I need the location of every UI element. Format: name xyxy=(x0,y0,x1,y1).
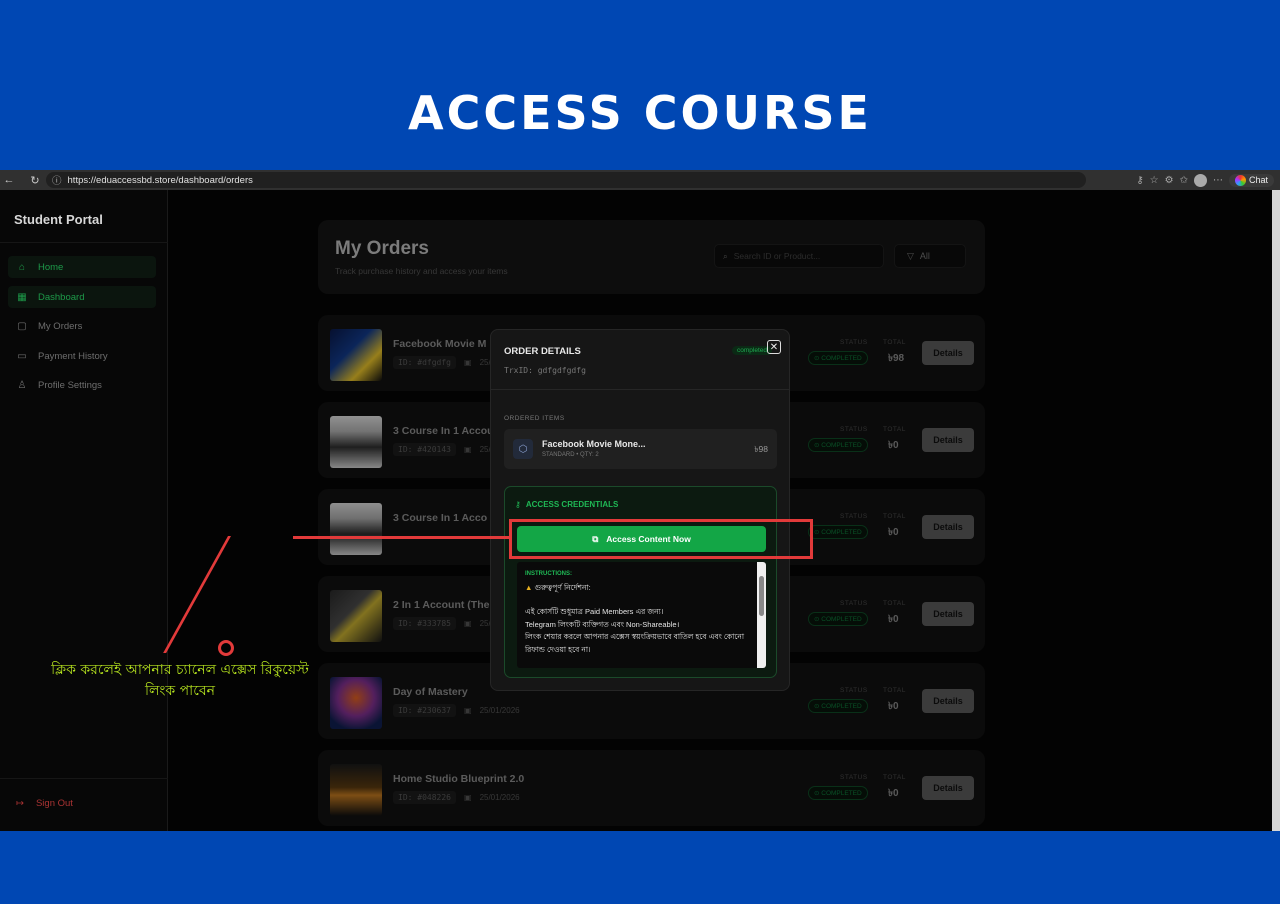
ordered-item: ⬡ Facebook Movie Mone... STANDARD • QTY:… xyxy=(504,429,777,469)
sidebar-divider xyxy=(0,242,168,243)
sidebar-item-label: My Orders xyxy=(38,320,83,332)
sidebar-item-dashboard[interactable]: ▦ Dashboard xyxy=(8,286,156,308)
browser-toolbar: ← ↻ ⓘ https://eduaccessbd.store/dashboar… xyxy=(0,170,1280,190)
card-icon: ▭ xyxy=(17,350,27,362)
copilot-icon xyxy=(1234,174,1246,186)
grid-icon: ▦ xyxy=(17,291,27,303)
warning-icon: ▲ xyxy=(525,583,533,592)
instruction-heading: ▲ গুরুত্বপূর্ণ নির্দেশনা: xyxy=(525,583,591,592)
banner-title: ACCESS COURSE xyxy=(408,86,872,140)
key-icon: ⚷ xyxy=(515,500,521,509)
modal-divider xyxy=(491,389,789,390)
sidebar-item-label: Payment History xyxy=(38,350,108,362)
sidebar-item-label: Profile Settings xyxy=(38,379,102,391)
chat-label: Chat xyxy=(1248,175,1268,185)
modal-title: ORDER DETAILS xyxy=(504,346,581,357)
profile-avatar[interactable] xyxy=(1193,173,1207,187)
sign-out-icon: ↦ xyxy=(16,798,24,809)
sidebar-item-payment-history[interactable]: ▭ Payment History xyxy=(8,345,156,367)
close-icon: ✕ xyxy=(769,341,779,353)
instruction-line: লিংক শেয়ার করলে আপনার এক্সেস স্বয়ংক্রি… xyxy=(525,632,745,641)
instructions-label: INSTRUCTIONS: xyxy=(525,571,572,577)
address-bar[interactable]: ⓘ https://eduaccessbd.store/dashboard/or… xyxy=(46,172,1086,188)
status-tag: completed xyxy=(732,346,772,355)
sidebar-divider xyxy=(0,778,168,779)
browser-actions: ⚷ ☆ ⚙ ✩ ⋯ Chat xyxy=(1136,170,1280,190)
home-icon: ⌂ xyxy=(18,261,26,273)
url-text: https://eduaccessbd.store/dashboard/orde… xyxy=(67,174,253,186)
highlight-box xyxy=(509,519,813,559)
annotation-dot xyxy=(218,640,234,656)
sign-out-button[interactable]: ↦ Sign Out xyxy=(16,798,73,809)
ordered-items-label: ORDERED ITEMS xyxy=(504,415,565,422)
more-icon[interactable]: ⋯ xyxy=(1213,175,1223,186)
scrollbar-thumb[interactable] xyxy=(759,576,764,616)
star-icon[interactable]: ☆ xyxy=(1150,175,1159,186)
instruction-line: রিফান্ড দেওয়া হবে না। xyxy=(525,645,591,654)
access-credentials-panel: ⚷ ACCESS CREDENTIALS ⧉ Access Content No… xyxy=(504,486,777,678)
brand: Student Portal xyxy=(14,212,103,227)
annotation-caption: ক্লিক করলেই আপনার চ্যানেল এক্সেস রিকুয়ে… xyxy=(30,660,330,702)
sign-out-label: Sign Out xyxy=(35,798,73,809)
instruction-line: এই কোর্সটি শুধুমাত্র Paid Members এর জন্… xyxy=(525,607,664,616)
caption-line: ক্লিক করলেই আপনার চ্যানেল এক্সেস রিকুয়ে… xyxy=(51,662,309,678)
close-button[interactable]: ✕ xyxy=(767,340,781,354)
transaction-id: TrxID: gdfgdfgdfg xyxy=(504,366,586,375)
banner: ACCESS COURSE xyxy=(0,0,1280,170)
item-price: ৳98 xyxy=(754,444,768,454)
page-scrollbar[interactable] xyxy=(1272,190,1280,831)
item-name: Facebook Movie Mone... xyxy=(542,439,646,449)
credentials-title: ⚷ ACCESS CREDENTIALS xyxy=(515,500,619,509)
reload-icon[interactable]: ↻ xyxy=(26,174,44,187)
caption-line: লিংক পাবেন xyxy=(144,683,216,699)
extensions-icon[interactable]: ⚙ xyxy=(1165,175,1174,186)
site-info-icon[interactable]: ⓘ xyxy=(52,173,62,187)
sidebar-item-label: Home xyxy=(38,261,64,273)
sidebar: Student Portal ⌂ Home ▦ Dashboard ▢ My O… xyxy=(0,190,168,831)
instructions-box[interactable]: INSTRUCTIONS: ▲ গুরুত্বপূর্ণ নির্দেশনা: … xyxy=(517,562,766,668)
instruction-line: Telegram লিংকটি ব্যক্তিগত এবং Non-Sharea… xyxy=(525,620,680,629)
package-icon: ⬡ xyxy=(513,439,533,459)
back-icon[interactable]: ← xyxy=(0,174,18,186)
app: Student Portal ⌂ Home ▦ Dashboard ▢ My O… xyxy=(0,190,1272,831)
bottom-banner xyxy=(0,831,1280,904)
user-icon: ♙ xyxy=(17,379,27,391)
sidebar-item-my-orders[interactable]: ▢ My Orders xyxy=(8,315,156,337)
sidebar-item-home[interactable]: ⌂ Home xyxy=(8,256,156,278)
sidebar-item-label: Dashboard xyxy=(38,291,85,303)
favorites-icon[interactable]: ✩ xyxy=(1180,175,1188,186)
item-meta: STANDARD • QTY: 2 xyxy=(542,452,599,458)
annotation-line xyxy=(293,536,510,539)
chat-button[interactable]: Chat xyxy=(1228,173,1274,187)
key-icon[interactable]: ⚷ xyxy=(1136,175,1143,186)
book-icon: ▢ xyxy=(17,320,27,332)
browser-window: ← ↻ ⓘ https://eduaccessbd.store/dashboar… xyxy=(0,170,1280,831)
order-details-modal: ORDER DETAILS TrxID: gdfgdfgdfg complete… xyxy=(490,329,790,691)
sidebar-item-profile-settings[interactable]: ♙ Profile Settings xyxy=(8,374,156,396)
